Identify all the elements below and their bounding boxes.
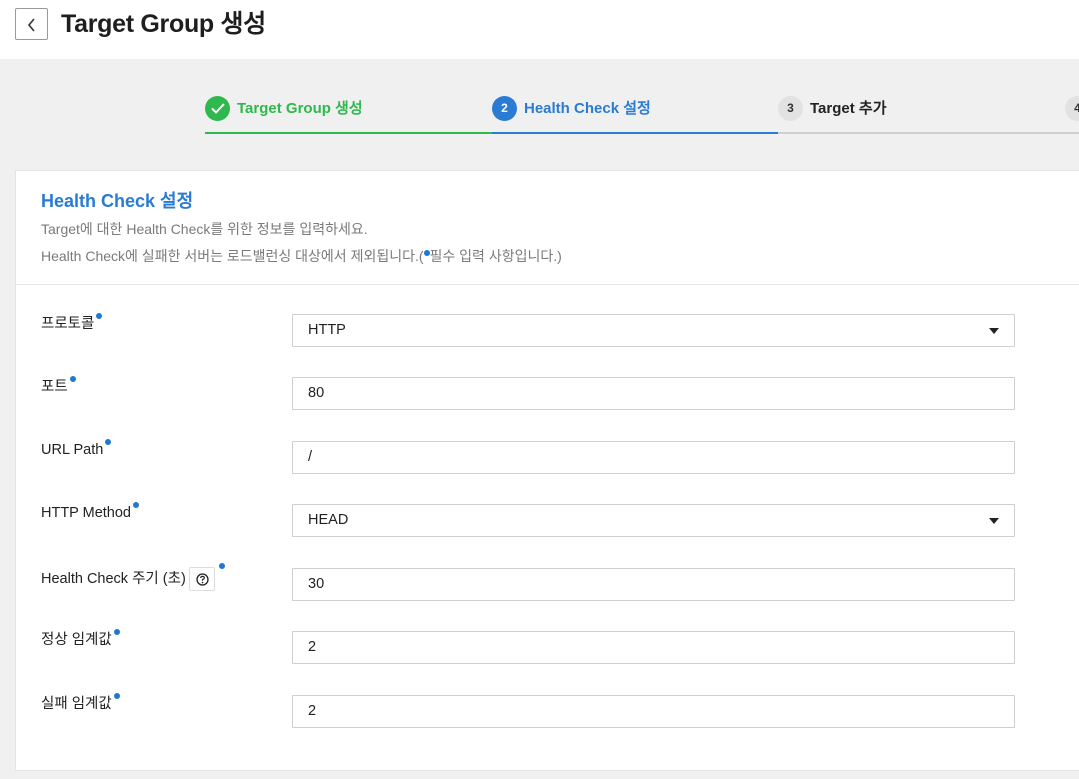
- step-number: 2: [492, 96, 517, 121]
- step-progress-line: [778, 132, 1065, 134]
- section-title: Health Check 설정: [41, 191, 194, 211]
- step-4[interactable]: 4: [1065, 92, 1079, 134]
- step-label: Health Check 설정: [524, 100, 651, 117]
- step-progress-line: [1065, 132, 1079, 134]
- step-number: 4: [1065, 96, 1079, 121]
- step-target-group[interactable]: Target Group 생성: [205, 92, 492, 134]
- step-label: Target 추가: [810, 100, 887, 117]
- desc-text: Health Check에 실패한 서버는 로드밸런싱 대상에서 제외됩니다.(: [41, 248, 424, 264]
- section-description-required: Health Check에 실패한 서버는 로드밸런싱 대상에서 제외됩니다.(…: [41, 247, 562, 265]
- step-add-target[interactable]: 3 Target 추가: [778, 92, 1065, 134]
- desc-text: 필수 입력 사항입니다.): [429, 248, 562, 264]
- port-input[interactable]: 80: [292, 377, 1015, 410]
- required-dot-icon: [133, 502, 139, 508]
- form-row-port: 포트 80: [16, 376, 1079, 411]
- step-label: Target Group 생성: [237, 100, 363, 117]
- form-row-healthy-threshold: 정상 임계값 2: [16, 629, 1079, 665]
- protocol-label: 프로토콜: [41, 313, 103, 333]
- top-bar: Target Group 생성: [0, 0, 1079, 59]
- healthy-threshold-input[interactable]: 2: [292, 631, 1015, 664]
- required-dot-icon: [218, 563, 225, 569]
- step-health-check[interactable]: 2 Health Check 설정: [492, 92, 778, 134]
- page-title: Target Group 생성: [61, 10, 266, 38]
- check-icon: [205, 96, 230, 121]
- step-progress-line: [492, 132, 778, 134]
- chevron-left-icon: [27, 18, 35, 32]
- step-number: 3: [778, 96, 803, 121]
- back-button[interactable]: [15, 8, 48, 40]
- caret-down-icon: [989, 518, 999, 524]
- interval-label: Health Check 주기 (초): [41, 563, 225, 591]
- http-method-select[interactable]: HEAD: [292, 504, 1015, 537]
- required-dot-icon: [96, 313, 103, 319]
- healthy-threshold-label: 정상 임계값: [41, 629, 120, 649]
- unhealthy-threshold-label: 실패 임계값: [41, 693, 120, 713]
- caret-down-icon: [989, 328, 999, 334]
- unhealthy-threshold-input[interactable]: 2: [292, 695, 1015, 728]
- url-path-input[interactable]: /: [292, 441, 1015, 474]
- required-dot-icon: [113, 693, 120, 699]
- wizard-stepper: Target Group 생성 2 Health Check 설정 3 Targ…: [205, 92, 1079, 134]
- http-method-label: HTTP Method: [41, 502, 139, 522]
- protocol-select[interactable]: HTTP: [292, 314, 1015, 347]
- port-label: 포트: [41, 376, 76, 396]
- section-description: Target에 대한 Health Check를 위한 정보를 입력하세요.: [41, 221, 368, 237]
- help-icon-button[interactable]: [188, 567, 215, 591]
- required-dot-icon: [105, 439, 112, 445]
- form-row-unhealthy-threshold: 실패 임계값 2: [16, 693, 1079, 729]
- step-progress-line: [205, 132, 492, 134]
- question-circle-icon: [196, 573, 209, 586]
- required-dot-icon: [69, 376, 76, 382]
- health-check-card: Health Check 설정 Target에 대한 Health Check를…: [15, 170, 1079, 771]
- form-row-interval: Health Check 주기 (초) 30: [16, 563, 1079, 602]
- form-row-protocol: 프로토콜 HTTP: [16, 313, 1079, 348]
- form-row-url-path: URL Path /: [16, 439, 1079, 475]
- required-dot-icon: [113, 629, 120, 635]
- card-header: Health Check 설정 Target에 대한 Health Check를…: [16, 171, 1079, 285]
- form-row-http-method: HTTP Method HEAD: [16, 502, 1079, 538]
- url-path-label: URL Path: [41, 439, 112, 459]
- interval-input[interactable]: 30: [292, 568, 1015, 601]
